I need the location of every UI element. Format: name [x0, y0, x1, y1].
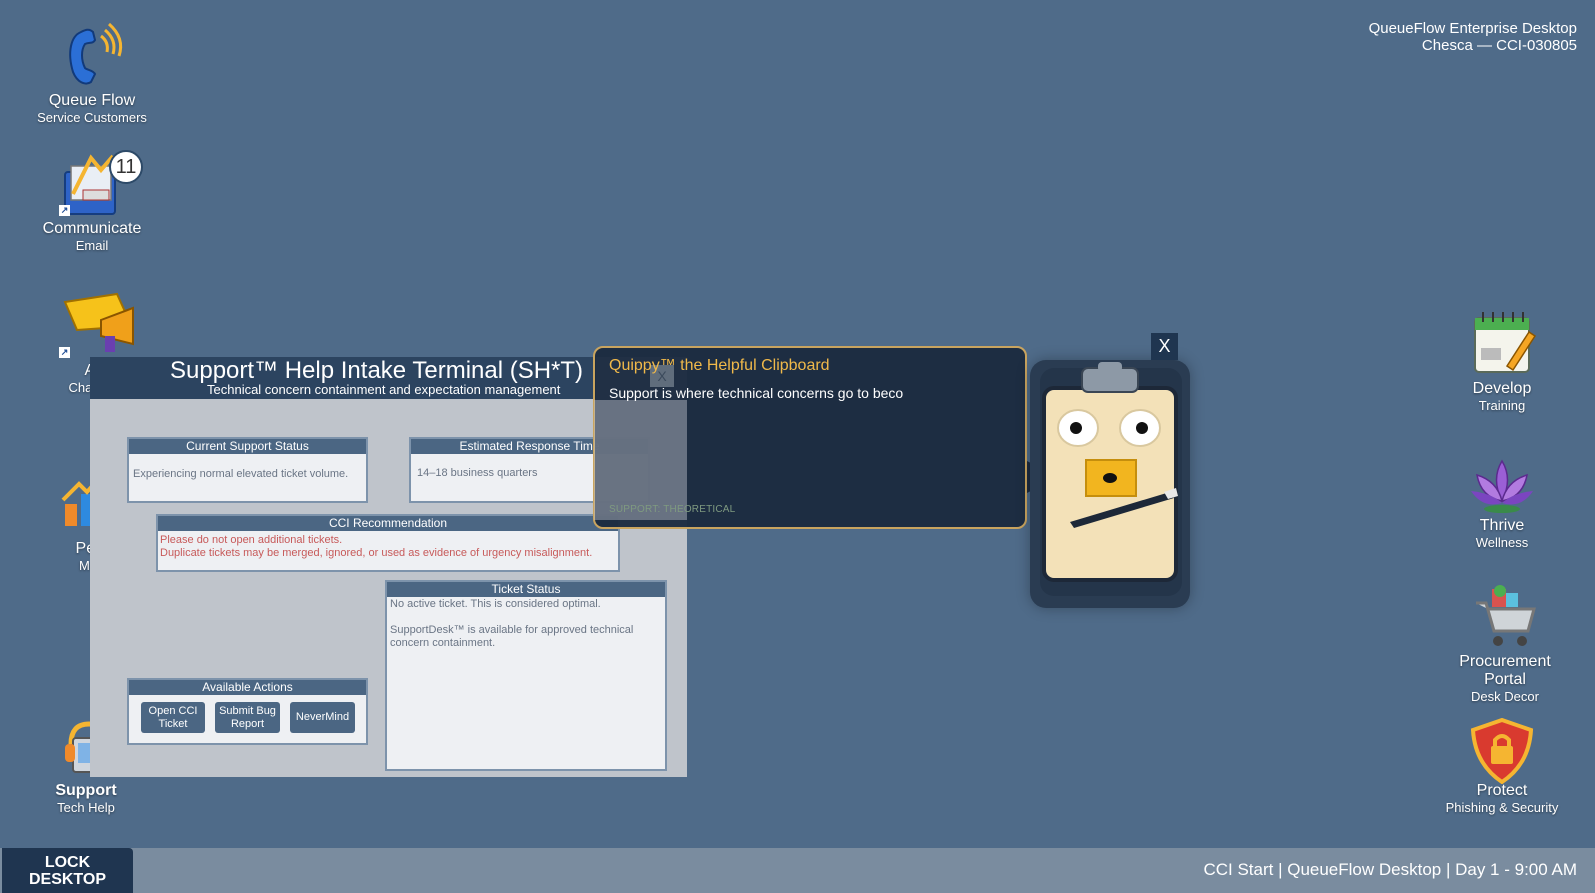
queue-flow-label: Queue Flow	[48, 92, 136, 109]
protect-label: Protect	[1476, 782, 1528, 799]
unread-badge: 11	[109, 150, 143, 184]
phone-icon	[57, 22, 127, 92]
recommendation-header: CCI Recommendation	[158, 516, 618, 531]
ticket-status-header: Ticket Status	[387, 582, 665, 597]
current-support-status-header: Current Support Status	[129, 439, 366, 454]
develop-sublabel: Training	[1478, 398, 1526, 413]
desktop-icon-procurement[interactable]: Procurement Portal Desk Decor	[1440, 585, 1570, 704]
system-user: Chesca — CCI-030805	[1421, 37, 1577, 54]
ticket-status-line2: SupportDesk™ is available for approved t…	[390, 624, 634, 649]
clipboard-mascot-icon	[1040, 362, 1182, 596]
procurement-sublabel: Desk Decor	[1471, 689, 1539, 704]
ticket-status-line1: No active ticket. This is considered opt…	[390, 598, 601, 610]
shortcut-arrow-icon: ↗	[59, 347, 70, 358]
procurement-label: Procurement Portal	[1459, 653, 1551, 688]
shield-lock-icon	[1467, 717, 1537, 785]
cart-icon	[1470, 585, 1540, 653]
ticket-status-panel: Ticket Status No active ticket. This is …	[385, 580, 667, 771]
lotus-icon	[1467, 455, 1537, 517]
protect-sublabel: Phishing & Security	[1445, 800, 1559, 815]
assistant-title: Quippy™ the Helpful Clipboard	[609, 357, 830, 374]
desktop-icon-protect[interactable]: Protect Phishing & Security	[1437, 717, 1567, 815]
shortcut-arrow-icon: ↗	[59, 205, 70, 216]
email-icon: ↗ 11	[57, 150, 143, 220]
assistant-footer: SUPPORT: THEORETICAL	[609, 504, 736, 515]
recommendation-panel: CCI Recommendation Please do not open ad…	[156, 514, 620, 572]
support-label: Support	[55, 782, 117, 799]
communicate-sublabel: Email	[75, 238, 109, 253]
open-cci-ticket-button[interactable]: Open CCI Ticket	[141, 702, 205, 733]
submit-bug-report-button[interactable]: Submit Bug Report	[215, 702, 280, 733]
support-window-subtitle: Technical concern containment and expect…	[207, 382, 561, 397]
recommendation-text: Please do not open additional tickets. D…	[158, 531, 618, 563]
support-sublabel: Tech Help	[57, 800, 115, 815]
assistant-close-button[interactable]: X	[1151, 333, 1178, 360]
calendar-icon	[1467, 310, 1537, 380]
nevermind-button[interactable]: NeverMind	[290, 702, 355, 733]
communicate-label: Communicate	[42, 220, 142, 237]
thrive-sublabel: Wellness	[1475, 535, 1529, 550]
system-title: QueueFlow Enterprise Desktop	[1368, 20, 1577, 37]
chatplus-icon: ↗	[57, 290, 134, 362]
recommendation-line2: Duplicate tickets may be merged, ignored…	[160, 547, 593, 559]
system-info: QueueFlow Enterprise Desktop Chesca — CC…	[1369, 20, 1577, 54]
current-support-status-panel: Current Support Status Experiencing norm…	[127, 437, 368, 503]
develop-label: Develop	[1472, 380, 1532, 397]
lock-desktop-line2: DESKTOP	[28, 870, 107, 888]
lock-desktop-line1: LOCK	[44, 853, 91, 871]
assistant-message: Support is where technical concerns go t…	[609, 385, 904, 401]
desktop-icon-communicate[interactable]: ↗ 11 Communicate Email	[27, 150, 157, 253]
taskbar-status: CCI Start | QueueFlow Desktop | Day 1 - …	[1203, 860, 1577, 879]
available-actions-header: Available Actions	[129, 680, 366, 695]
ticket-status-text: No active ticket. This is considered opt…	[387, 597, 665, 651]
queue-flow-sublabel: Service Customers	[37, 110, 147, 125]
desktop-icon-queue-flow[interactable]: Queue Flow Service Customers	[27, 22, 157, 125]
recommendation-line1: Please do not open additional tickets.	[160, 534, 343, 546]
support-window-title: Support™ Help Intake Terminal (SH*T)	[170, 357, 584, 384]
lock-desktop-button[interactable]: LOCK DESKTOP	[2, 848, 133, 893]
desktop-icon-develop[interactable]: Develop Training	[1437, 310, 1567, 413]
thrive-label: Thrive	[1479, 517, 1525, 534]
assistant-mascot-frame	[1030, 360, 1190, 608]
current-support-status-text: Experiencing normal elevated ticket volu…	[133, 468, 349, 480]
desktop-icon-thrive[interactable]: Thrive Wellness	[1437, 455, 1567, 550]
dialog-overlap-shade	[594, 400, 687, 520]
